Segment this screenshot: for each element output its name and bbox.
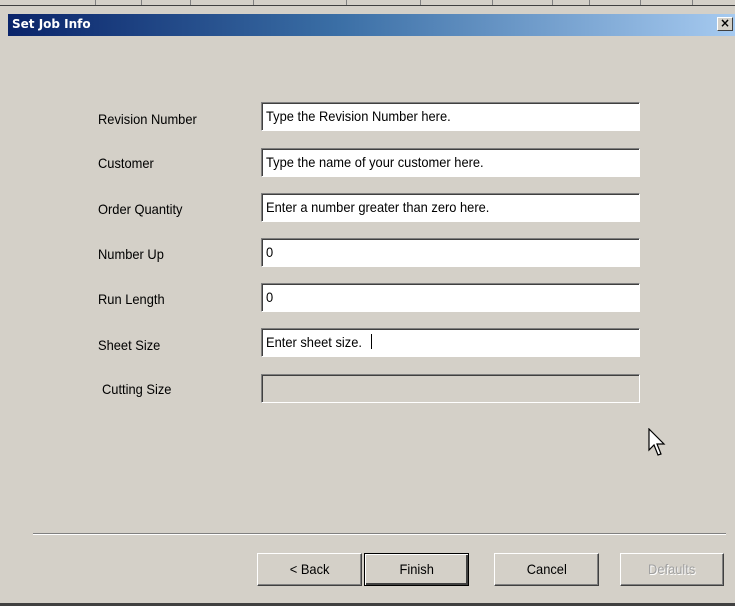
- finish-button-label: Finish: [399, 561, 434, 577]
- customer-input[interactable]: Type the name of your customer here.: [261, 148, 640, 177]
- title-bar[interactable]: Set Job Info ×: [8, 14, 735, 36]
- cutting-size-label: Cutting Size: [102, 381, 172, 397]
- run-length-input[interactable]: 0: [261, 283, 640, 312]
- cancel-button-label: Cancel: [526, 561, 567, 577]
- customer-value: Type the name of your customer here.: [266, 154, 484, 170]
- text-caret: [371, 334, 373, 349]
- defaults-button-label: Defaults: [648, 561, 696, 577]
- sheet-size-label: Sheet Size: [98, 337, 161, 353]
- window-title: Set Job Info: [12, 17, 91, 31]
- cutting-size-input: [261, 374, 640, 403]
- close-icon: ×: [719, 16, 731, 30]
- number-up-input[interactable]: 0: [261, 238, 640, 267]
- cancel-button[interactable]: Cancel: [494, 553, 599, 586]
- sheet-size-value: Enter sheet size.: [266, 334, 362, 350]
- button-separator-highlight: [33, 534, 726, 535]
- close-button[interactable]: ×: [717, 17, 733, 31]
- revision-number-value: Type the Revision Number here.: [266, 108, 451, 124]
- back-button[interactable]: < Back: [257, 553, 362, 586]
- defaults-button: Defaults: [620, 553, 724, 586]
- strip-line: [0, 5, 735, 6]
- revision-number-label: Revision Number: [98, 111, 197, 127]
- run-length-label: Run Length: [98, 291, 165, 307]
- order-quantity-label: Order Quantity: [98, 201, 183, 217]
- sheet-size-input[interactable]: Enter sheet size.: [261, 328, 640, 357]
- arrow-cursor-icon: [648, 428, 666, 456]
- order-quantity-value: Enter a number greater than zero here.: [266, 199, 490, 215]
- run-length-value: 0: [266, 289, 274, 305]
- number-up-value: 0: [266, 244, 274, 260]
- top-edge-strip: [0, 0, 735, 6]
- order-quantity-input[interactable]: Enter a number greater than zero here.: [261, 193, 640, 222]
- revision-number-input[interactable]: Type the Revision Number here.: [261, 102, 640, 131]
- customer-label: Customer: [98, 155, 154, 171]
- back-button-label: < Back: [289, 561, 330, 577]
- number-up-label: Number Up: [98, 246, 164, 262]
- finish-button[interactable]: Finish: [364, 553, 469, 586]
